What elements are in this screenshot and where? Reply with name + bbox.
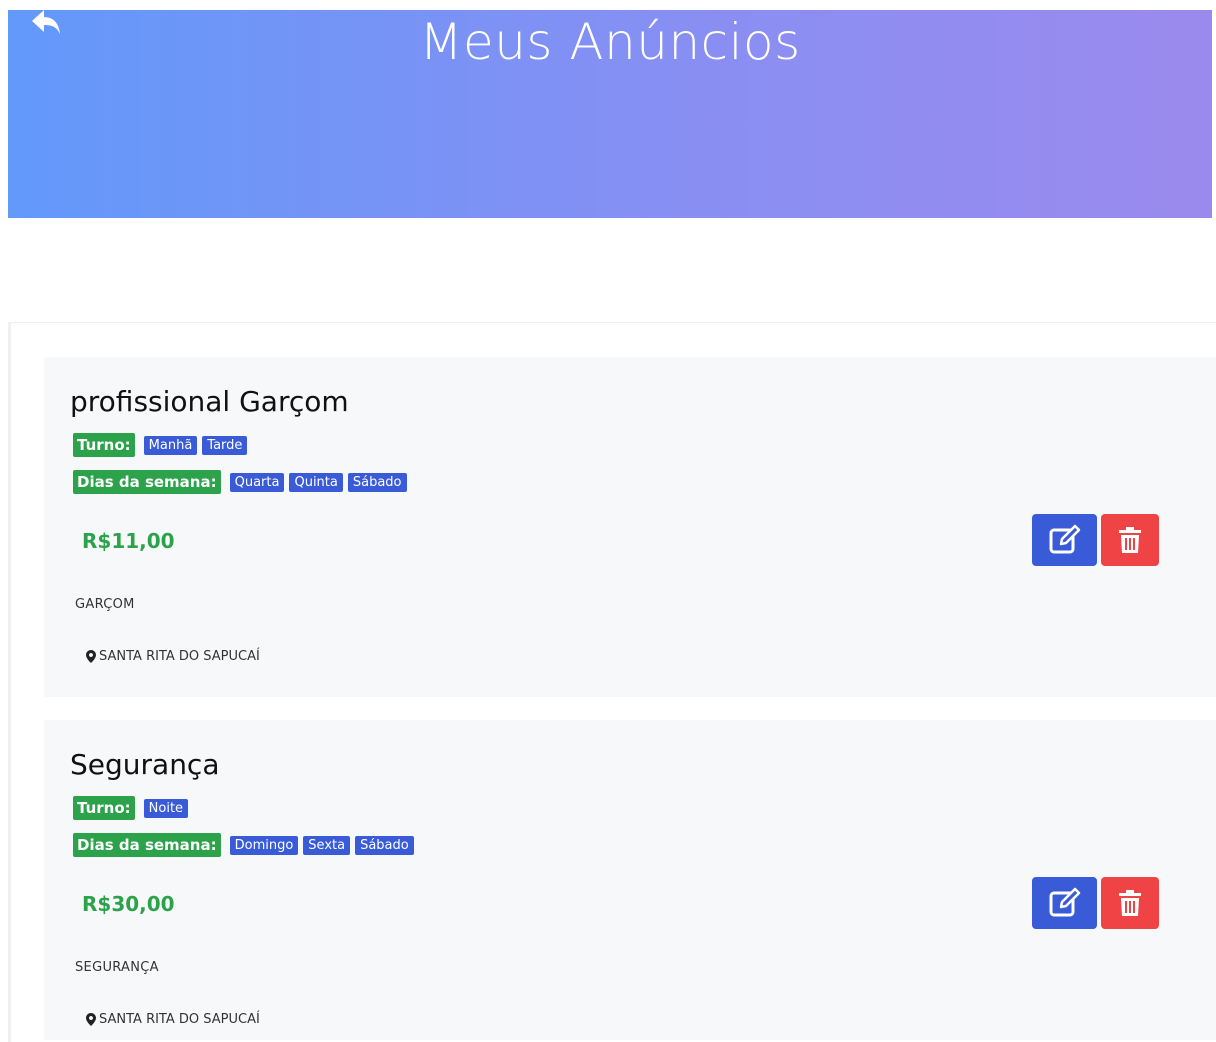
ad-location: SANTA RITA DO SAPUCAÍ [86, 649, 260, 664]
ad-category: GARÇOM [75, 597, 135, 612]
ad-card: Segurança Turno: Noite Dias da semana: D… [44, 720, 1216, 1040]
delete-button[interactable] [1101, 514, 1159, 566]
dia-tag: Quinta [289, 472, 343, 492]
edit-icon [1049, 887, 1080, 917]
page-title: Meus Anúncios [419, 13, 801, 71]
edit-icon [1049, 524, 1080, 554]
map-pin-icon [86, 650, 96, 663]
location-text: SANTA RITA DO SAPUCAÍ [99, 649, 260, 664]
dia-tag: Sábado [355, 835, 414, 855]
ad-title: profissional Garçom [70, 385, 349, 418]
dia-tag: Sábado [347, 472, 407, 492]
ad-title: Segurança [70, 748, 220, 781]
page-header: Meus Anúncios [8, 10, 1212, 218]
turno-tag: Noite [143, 798, 189, 818]
trash-icon [1119, 527, 1141, 553]
edit-button[interactable] [1032, 877, 1097, 929]
dias-label: Dias da semana: [73, 470, 221, 494]
turno-row: Turno: Noite [73, 796, 189, 820]
ad-price: R$11,00 [82, 529, 175, 553]
trash-icon [1119, 890, 1141, 916]
dia-tag: Domingo [229, 835, 299, 855]
turno-tag: Manhã [143, 435, 198, 455]
turno-label: Turno: [73, 796, 135, 820]
dias-label: Dias da semana: [73, 833, 221, 857]
dias-row: Dias da semana: Domingo Sexta Sábado [73, 833, 414, 857]
turno-tag: Tarde [202, 435, 248, 455]
dias-row: Dias da semana: Quarta Quinta Sábado [73, 470, 407, 494]
ad-price: R$30,00 [82, 892, 175, 916]
dia-tag: Quarta [229, 472, 285, 492]
dia-tag: Sexta [303, 835, 351, 855]
turno-row: Turno: Manhã Tarde [73, 433, 248, 457]
delete-button[interactable] [1101, 877, 1159, 929]
turno-label: Turno: [73, 433, 135, 457]
ad-card: profissional Garçom Turno: Manhã Tarde D… [44, 357, 1216, 697]
edit-button[interactable] [1032, 514, 1097, 566]
ad-category: SEGURANÇA [75, 960, 159, 975]
map-pin-icon [86, 1013, 96, 1026]
